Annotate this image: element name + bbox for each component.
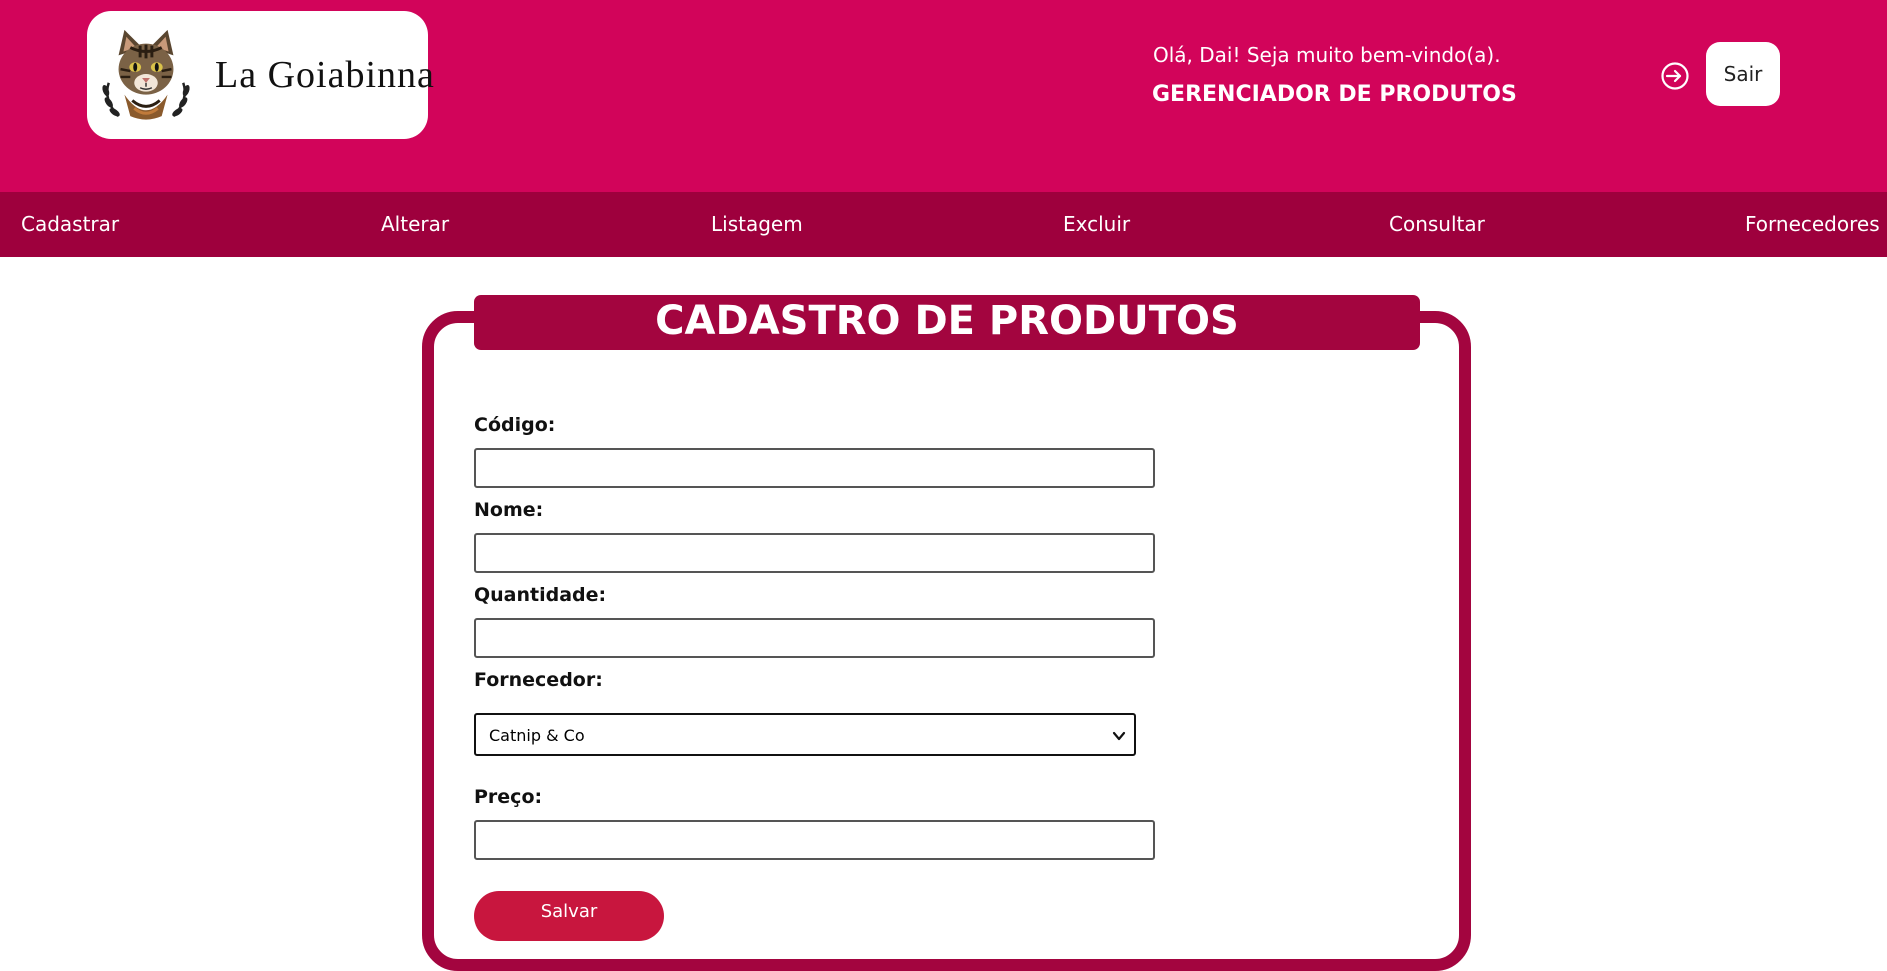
preco-input[interactable] (474, 820, 1155, 860)
form-title: CADASTRO DE PRODUTOS (655, 298, 1239, 344)
nav-item-consultar[interactable]: Consultar (1389, 212, 1485, 236)
logout-button[interactable]: Sair (1706, 42, 1780, 106)
page-title: GERENCIADOR DE PRODUTOS (1152, 82, 1517, 107)
nav-item-fornecedores[interactable]: Fornecedores (1745, 212, 1880, 236)
fornecedor-select[interactable]: Catnip & Co (474, 713, 1136, 756)
chevron-down-icon (1112, 731, 1126, 741)
nav-item-listagem[interactable]: Listagem (711, 212, 803, 236)
codigo-label: Código: (474, 414, 556, 436)
save-button[interactable]: Salvar (474, 891, 664, 941)
greeting-text: Olá, Dai! Seja muito bem-vindo(a). (1153, 43, 1501, 67)
fornecedor-selected-value: Catnip & Co (489, 726, 585, 745)
codigo-input[interactable] (474, 448, 1155, 488)
fornecedor-label: Fornecedor: (474, 669, 603, 691)
quantidade-label: Quantidade: (474, 584, 607, 606)
nome-input[interactable] (474, 533, 1155, 573)
preco-label: Preço: (474, 786, 543, 808)
nome-label: Nome: (474, 499, 544, 521)
form-title-bar: CADASTRO DE PRODUTOS (474, 295, 1420, 350)
main-nav: Cadastrar Alterar Listagem Excluir Consu… (0, 192, 1887, 257)
cat-face-icon (102, 29, 190, 120)
nav-item-cadastrar[interactable]: Cadastrar (21, 212, 119, 236)
brand-name: La Goiabinna (215, 54, 435, 96)
nav-item-alterar[interactable]: Alterar (381, 212, 449, 236)
sign-in-arrow-icon[interactable] (1660, 61, 1690, 91)
quantidade-input[interactable] (474, 618, 1155, 658)
nav-item-excluir[interactable]: Excluir (1063, 212, 1130, 236)
header: La Goiabinna Olá, Dai! Seja muito bem-vi… (0, 0, 1887, 192)
brand-logo[interactable]: La Goiabinna (87, 11, 434, 139)
